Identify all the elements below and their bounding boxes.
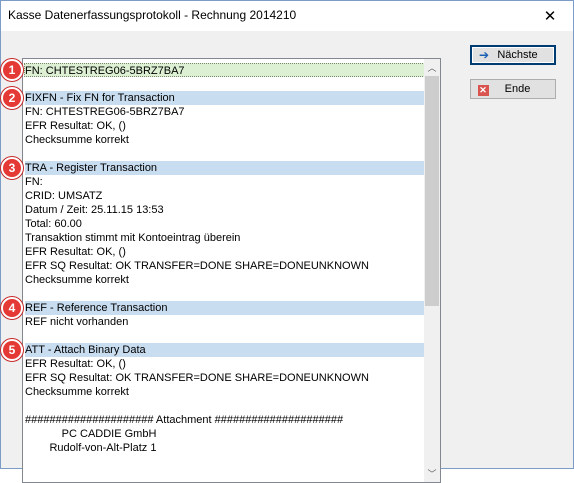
log-section-header[interactable]: FIXFN - Fix FN for Transaction — [25, 91, 425, 105]
step-badge: 5 — [1, 339, 23, 361]
log-line[interactable] — [25, 77, 425, 91]
log-line[interactable]: FN: CHTESTREG06-5BRZ7BA7 — [25, 105, 425, 119]
chevron-up-icon: ︿ — [427, 63, 437, 73]
log-section-header[interactable]: REF - Reference Transaction — [25, 301, 425, 315]
dialog-window: Kasse Datenerfassungsprotokoll - Rechnun… — [0, 0, 574, 483]
log-line[interactable]: EFR Resultat: OK, () — [25, 245, 425, 259]
log-line[interactable] — [25, 329, 425, 343]
step-badge: 2 — [1, 87, 23, 109]
log-line[interactable]: Checksumme korrekt — [25, 385, 425, 399]
log-line[interactable]: REF nicht vorhanden — [25, 315, 425, 329]
log-line[interactable]: FN: — [25, 175, 425, 189]
end-button[interactable]: ✕ Ende — [470, 79, 556, 99]
log-line[interactable]: EFR SQ Resultat: OK TRANSFER=DONE SHARE=… — [25, 259, 425, 273]
log-line[interactable] — [25, 399, 425, 413]
close-button[interactable]: ✕ — [527, 1, 573, 31]
vertical-scrollbar[interactable]: ︿ ﹀ — [424, 59, 440, 482]
window-title: Kasse Datenerfassungsprotokoll - Rechnun… — [8, 8, 297, 22]
step-badge: 3 — [1, 157, 23, 179]
close-icon: ✕ — [543, 8, 557, 25]
scroll-down-button[interactable]: ﹀ — [424, 465, 440, 482]
log-line[interactable]: Datum / Zeit: 25.11.15 13:53 — [25, 203, 425, 217]
dialog-client: FN: CHTESTREG06-5BRZ7BA7 FIXFN - Fix FN f… — [1, 31, 573, 483]
log-line[interactable]: PC CADDIE GmbH — [25, 427, 425, 441]
log-line[interactable]: Rudolf-von-Alt-Platz 1 — [25, 441, 425, 455]
title-bar: Kasse Datenerfassungsprotokoll - Rechnun… — [1, 1, 573, 31]
log-line[interactable] — [25, 287, 425, 301]
log-line[interactable]: EFR Resultat: OK, () — [25, 357, 425, 371]
next-button-label: Nächste — [497, 49, 538, 61]
log-line[interactable]: CRID: UMSATZ — [25, 189, 425, 203]
log-section-header[interactable]: ATT - Attach Binary Data — [25, 343, 425, 357]
scroll-up-button[interactable]: ︿ — [424, 59, 440, 76]
log-line[interactable]: EFR Resultat: OK, () — [25, 119, 425, 133]
log-line[interactable]: Transaktion stimmt mit Kontoeintrag über… — [25, 231, 425, 245]
log-line[interactable]: Checksumme korrekt — [25, 273, 425, 287]
log-line[interactable]: Total: 60.00 — [25, 217, 425, 231]
scrollbar-thumb[interactable] — [425, 76, 439, 306]
step-badge: 1 — [1, 59, 23, 81]
log-line[interactable] — [25, 147, 425, 161]
log-line[interactable]: EFR SQ Resultat: OK TRANSFER=DONE SHARE=… — [25, 371, 425, 385]
log-section-header[interactable]: TRA - Register Transaction — [25, 161, 425, 175]
log-line[interactable]: ##################### Attachment #######… — [25, 413, 425, 427]
log-line-selected[interactable]: FN: CHTESTREG06-5BRZ7BA7 — [24, 63, 425, 77]
close-x-icon: ✕ — [477, 85, 489, 96]
protocol-lines: FN: CHTESTREG06-5BRZ7BA7 FIXFN - Fix FN f… — [23, 59, 425, 482]
next-button[interactable]: ➔ Nächste — [470, 45, 556, 65]
step-badge: 4 — [1, 297, 23, 319]
arrow-right-icon: ➔ — [478, 48, 490, 62]
log-line[interactable]: Checksumme korrekt — [25, 133, 425, 147]
protocol-listbox[interactable]: FN: CHTESTREG06-5BRZ7BA7 FIXFN - Fix FN f… — [22, 58, 441, 483]
end-button-label: Ende — [504, 83, 531, 95]
